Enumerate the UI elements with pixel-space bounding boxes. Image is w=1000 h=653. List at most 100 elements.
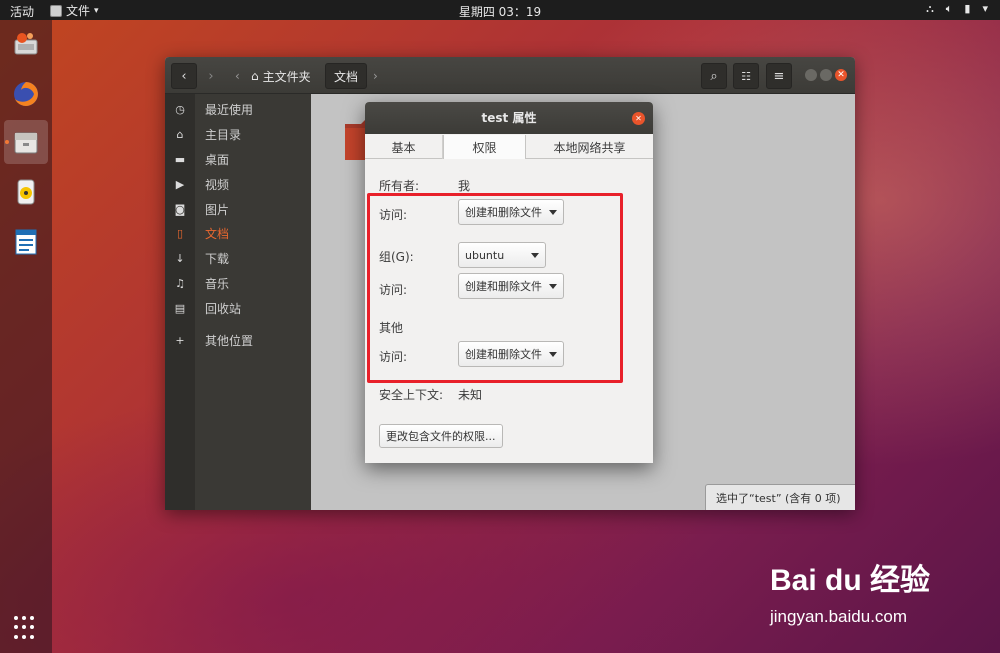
dock-installer[interactable] <box>4 22 48 66</box>
breadcrumb-current[interactable]: 文档 <box>325 63 368 89</box>
breadcrumb-home[interactable]: ⌂ 主文件夹 <box>243 63 319 89</box>
files-app-icon <box>50 4 62 17</box>
sidebar-item-label: 其他位置 <box>205 333 254 348</box>
dialog-close-button[interactable]: ✕ <box>632 112 645 125</box>
status-bar: 选中了“test” (含有 0 项) <box>705 484 855 510</box>
group-access-label: 访问: <box>379 283 408 297</box>
menu-button[interactable]: ≡ <box>766 63 792 89</box>
owner-access-select[interactable]: 创建和删除文件 <box>458 199 564 225</box>
sidebar: ◷ 最近使用 ⌂ 主目录 ▬ 桌面 ▶ 视频 ◙ 图片 ▯ 文档 ↓ 下载 ♫ <box>165 94 311 510</box>
dock-writer[interactable] <box>4 220 48 264</box>
chevron-left-icon: ‹ <box>235 69 240 83</box>
security-context-value: 未知 <box>458 388 483 402</box>
dialog-tabs: 基本 权限 本地网络共享 <box>365 135 653 159</box>
back-button[interactable]: ‹ <box>171 63 197 89</box>
path-scroll-right[interactable]: › <box>365 63 386 89</box>
sidebar-item-desktop[interactable]: ▬ 桌面 <box>165 148 311 170</box>
sidebar-item-other-locations[interactable]: + 其他位置 <box>165 329 311 351</box>
sidebar-item-label: 音乐 <box>205 276 230 291</box>
properties-dialog: test 属性 ✕ 基本 权限 本地网络共享 所有者: 我 访问: 创建和删除文… <box>365 102 653 463</box>
sidebar-item-recent[interactable]: ◷ 最近使用 <box>165 98 311 120</box>
tab-basic[interactable]: 基本 <box>365 135 443 159</box>
home-icon: ⌂ <box>251 69 259 83</box>
chevron-left-icon: ‹ <box>181 68 187 84</box>
tab-permissions[interactable]: 权限 <box>443 135 526 159</box>
sidebar-item-downloads[interactable]: ↓ 下载 <box>165 247 311 269</box>
caret-down-icon: ▾ <box>94 5 99 16</box>
dropdown-arrow-icon <box>549 284 557 289</box>
others-section-label: 其他 <box>379 321 404 335</box>
others-access-value: 创建和删除文件 <box>465 348 542 361</box>
dot <box>22 616 26 620</box>
plus-icon: + <box>175 333 185 347</box>
group-access-select[interactable]: 创建和删除文件 <box>458 273 564 299</box>
dock <box>0 20 52 653</box>
maximize-button[interactable] <box>820 69 832 81</box>
battery-icon: ▮ <box>964 2 971 15</box>
download-icon: ↓ <box>175 251 185 265</box>
search-icon: ⌕ <box>710 68 718 84</box>
installer-icon <box>14 33 38 55</box>
chevron-right-icon: › <box>373 69 378 83</box>
owner-label: 所有者: <box>379 179 420 193</box>
breadcrumb-current-label: 文档 <box>334 69 359 84</box>
group-select[interactable]: ubuntu <box>458 242 546 268</box>
breadcrumb-home-label: 主文件夹 <box>262 69 311 84</box>
watermark: Bai du 经验 jingyan.baidu.com <box>770 545 990 635</box>
security-context-label: 安全上下文: <box>379 388 444 402</box>
caret-down-icon: ▾ <box>982 2 988 15</box>
document-icon: ▯ <box>176 226 184 240</box>
dot <box>30 625 34 630</box>
sidebar-item-label: 图片 <box>205 202 230 217</box>
dot <box>22 625 26 630</box>
sidebar-item-home[interactable]: ⌂ 主目录 <box>165 123 311 145</box>
sidebar-item-label: 下载 <box>205 251 230 266</box>
sidebar-item-label: 桌面 <box>205 152 230 167</box>
tab-network-share[interactable]: 本地网络共享 <box>526 135 653 159</box>
home-icon: ⌂ <box>176 127 184 141</box>
sidebar-item-label: 最近使用 <box>205 102 254 117</box>
top-bar: 活动 文件 ▾ 星期四 03：19 ⛬ 🔈︎ ▮ ▾ <box>0 0 1000 20</box>
clock[interactable]: 星期四 03：19 <box>0 3 1000 20</box>
dock-files[interactable] <box>4 120 48 164</box>
clock-icon: ◷ <box>175 102 185 116</box>
network-icon: ⛬ <box>926 2 934 15</box>
close-icon: ✕ <box>635 114 642 123</box>
sidebar-item-label: 文档 <box>205 226 230 241</box>
minimize-button[interactable] <box>805 69 817 81</box>
owner-access-value: 创建和删除文件 <box>465 206 542 219</box>
dropdown-arrow-icon <box>531 253 539 258</box>
camera-icon: ◙ <box>174 202 186 216</box>
dialog-title: test 属性 <box>365 102 653 134</box>
dot <box>22 634 26 639</box>
show-apps-button[interactable] <box>14 616 38 640</box>
dock-firefox[interactable] <box>4 72 48 116</box>
view-options-button[interactable]: ☷ <box>733 63 759 89</box>
chevron-right-icon: › <box>208 68 214 84</box>
dot <box>14 625 18 630</box>
dock-rhythmbox[interactable] <box>4 170 48 214</box>
search-button[interactable]: ⌕ <box>701 63 727 89</box>
change-enclosed-permissions-button[interactable]: 更改包含文件的权限... <box>379 424 503 448</box>
header-bar: ‹ › ‹ ⌂ 主文件夹 文档 › ⌕ ☷ ≡ ✕ <box>165 57 855 94</box>
owner-value: 我 <box>458 179 471 193</box>
sidebar-item-documents[interactable]: ▯ 文档 <box>165 222 311 244</box>
files-icon <box>14 132 38 154</box>
app-menu[interactable]: 文件 ▾ <box>50 2 99 19</box>
system-tray[interactable]: ⛬ 🔈︎ ▮ ▾ <box>926 2 988 16</box>
dot <box>14 634 18 639</box>
video-icon: ▶ <box>175 177 185 191</box>
forward-button[interactable]: › <box>198 63 224 89</box>
others-access-label: 访问: <box>379 350 408 364</box>
sidebar-item-trash[interactable]: ▤ 回收站 <box>165 297 311 319</box>
folder-icon: ▬ <box>174 152 186 166</box>
others-access-select[interactable]: 创建和删除文件 <box>458 341 564 367</box>
watermark-logo: Bai du 经验 <box>770 564 931 597</box>
close-button[interactable]: ✕ <box>835 69 847 81</box>
sidebar-item-music[interactable]: ♫ 音乐 <box>165 272 311 294</box>
activities-button[interactable]: 活动 <box>10 3 34 20</box>
sidebar-item-pictures[interactable]: ◙ 图片 <box>165 198 311 220</box>
sidebar-item-label: 回收站 <box>205 301 242 316</box>
sidebar-item-videos[interactable]: ▶ 视频 <box>165 173 311 195</box>
owner-access-label: 访问: <box>379 208 408 222</box>
